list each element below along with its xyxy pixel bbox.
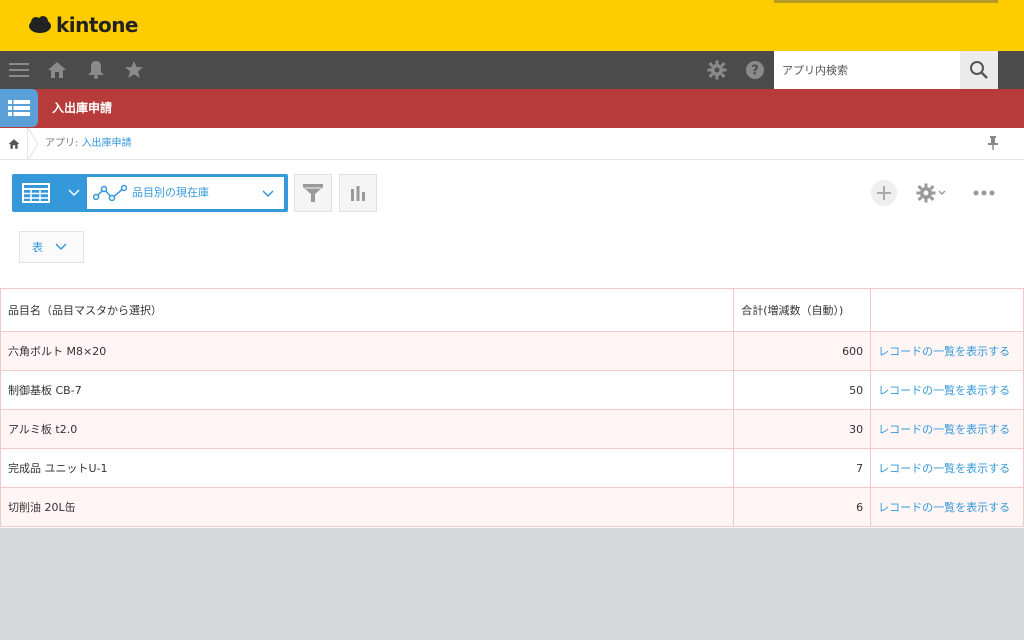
selected-graph-label: 品目別の現在庫 [132, 186, 209, 199]
graph-icon [93, 184, 127, 202]
view-selector[interactable]: 品目別の現在庫 [12, 174, 288, 212]
breadcrumb-home[interactable] [0, 128, 28, 160]
filter-icon [303, 184, 323, 202]
app-settings-button[interactable] [916, 180, 946, 206]
breadcrumb: アプリ: 入出庫申請 [0, 128, 1024, 160]
menu-icon[interactable] [8, 59, 30, 81]
column-header: 品目名（品目マスタから選択） [0, 288, 735, 332]
total-cell: 600 [733, 331, 872, 371]
breadcrumb-text: アプリ: 入出庫申請 [45, 128, 132, 159]
total-cell: 7 [733, 448, 872, 488]
chevron-down-icon [55, 243, 67, 251]
bar-chart-icon [351, 186, 365, 201]
table-row: 制御基板 CB-7 50 レコードの一覧を表示する [0, 370, 1024, 410]
main-content: アプリ: 入出庫申請 品目別の現在庫 表 品目名（品目マスタから選択） 合計(増… [0, 128, 1024, 528]
search-input[interactable] [774, 51, 960, 89]
graph-selector[interactable]: 品目別の現在庫 [87, 177, 284, 209]
gear-icon [916, 183, 936, 203]
home-icon[interactable] [46, 59, 68, 81]
table-header-row: 品目名（品目マスタから選択） 合計(増減数（自動）) [0, 288, 1024, 332]
filter-button[interactable] [294, 174, 332, 212]
item-name-cell: 制御基板 CB-7 [0, 370, 735, 410]
total-cell: 30 [733, 409, 872, 449]
breadcrumb-prefix: アプリ: [45, 138, 82, 149]
bell-icon[interactable] [85, 59, 107, 81]
item-name-cell: 切削油 20L缶 [0, 487, 735, 527]
plus-icon [877, 186, 891, 200]
show-records-link[interactable]: レコードの一覧を表示する [870, 370, 1024, 410]
svg-text:?: ? [751, 64, 759, 79]
show-records-link[interactable]: レコードの一覧を表示する [870, 409, 1024, 449]
search-button[interactable] [960, 51, 998, 89]
item-name-cell: 六角ボルト M8×20 [0, 331, 735, 371]
chevron-down-icon [68, 189, 80, 197]
chevron-down-icon [262, 190, 274, 198]
table-view-icon [22, 183, 50, 203]
app-list-icon[interactable] [0, 89, 38, 127]
add-record-button[interactable] [871, 180, 897, 206]
chevron-down-icon [938, 190, 946, 195]
app-title: 入出庫申請 [52, 101, 113, 115]
gear-icon[interactable] [706, 59, 728, 81]
display-type-select[interactable]: 表 [19, 231, 84, 263]
item-name-cell: 完成品 ユニットU-1 [0, 448, 735, 488]
total-cell: 50 [733, 370, 872, 410]
table-row: アルミ板 t2.0 30 レコードの一覧を表示する [0, 409, 1024, 449]
show-records-link[interactable]: レコードの一覧を表示する [870, 448, 1024, 488]
star-icon[interactable] [123, 59, 145, 81]
show-records-link[interactable]: レコードの一覧を表示する [870, 331, 1024, 371]
graph-settings-button[interactable] [339, 174, 377, 212]
show-records-link[interactable]: レコードの一覧を表示する [870, 487, 1024, 527]
column-header [870, 288, 1024, 332]
help-icon[interactable]: ? [744, 59, 766, 81]
cloud-logo-icon [29, 16, 51, 33]
global-nav: ? [0, 51, 1024, 89]
aggregate-table: 品目名（品目マスタから選択） 合計(増減数（自動）) 六角ボルト M8×20 6… [0, 288, 1024, 527]
top-header: kintone [0, 0, 1024, 51]
breadcrumb-separator [28, 128, 39, 160]
display-type-label: 表 [32, 241, 43, 254]
more-options-button[interactable] [973, 180, 995, 206]
column-header: 合計(増減数（自動）) [733, 288, 872, 332]
table-row: 切削油 20L缶 6 レコードの一覧を表示する [0, 487, 1024, 527]
header-accent-line [774, 0, 998, 3]
brand-name: kintone [56, 13, 139, 37]
pin-icon[interactable] [988, 136, 998, 153]
home-icon [8, 139, 19, 149]
table-row: 完成品 ユニットU-1 7 レコードの一覧を表示する [0, 448, 1024, 488]
total-cell: 6 [733, 487, 872, 527]
search-icon [970, 61, 988, 79]
item-name-cell: アルミ板 t2.0 [0, 409, 735, 449]
app-title-bar: 入出庫申請 [0, 89, 1024, 128]
kintone-logo[interactable]: kintone [28, 13, 139, 37]
breadcrumb-app-link[interactable]: 入出庫申請 [82, 138, 132, 149]
table-row: 六角ボルト M8×20 600 レコードの一覧を表示する [0, 331, 1024, 371]
more-icon [973, 190, 995, 196]
